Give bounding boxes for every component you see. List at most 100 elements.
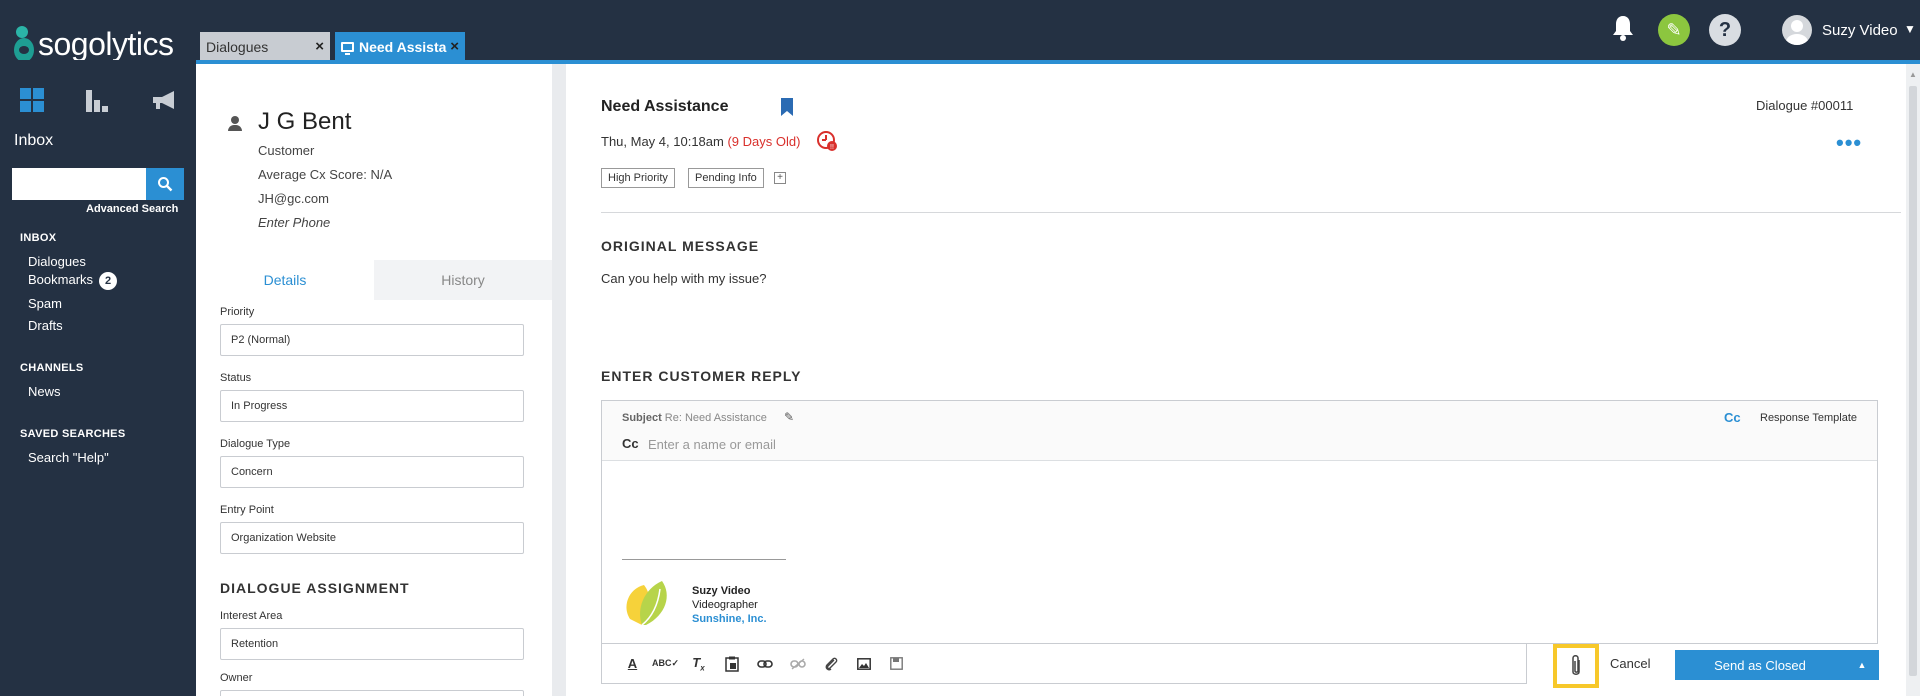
dialogue-type-select[interactable]: Concern — [220, 456, 524, 488]
send-label: Send as Closed — [1714, 657, 1806, 673]
paste-icon[interactable] — [715, 652, 748, 676]
page: sogolytics Dialogues × Need Assistance ×… — [0, 0, 1920, 696]
send-as-closed-button[interactable]: Send as Closed ▲ — [1675, 650, 1879, 680]
cc-input[interactable] — [648, 434, 1148, 454]
customer-phone-field[interactable]: Enter Phone — [258, 215, 330, 230]
original-message-text: Can you help with my issue? — [601, 271, 767, 286]
editor-toolbar: A ABC✓ Tx — [601, 644, 1527, 684]
tab-history[interactable]: History — [374, 260, 552, 300]
customer-panel: J G Bent Customer Average Cx Score: N/A … — [196, 64, 552, 696]
response-template-link[interactable]: Response Template — [1760, 412, 1857, 424]
nav-item-drafts[interactable]: Drafts — [28, 318, 63, 333]
tab-dialogues[interactable]: Dialogues × — [200, 32, 330, 62]
status-select[interactable]: In Progress — [220, 390, 524, 422]
panel-divider — [552, 64, 566, 696]
paperclip-icon — [1572, 655, 1580, 675]
dialogue-assignment-heading: DIALOGUE ASSIGNMENT — [220, 580, 410, 596]
dialogue-title: Need Assistance — [601, 98, 729, 115]
entry-point-select[interactable]: Organization Website — [220, 522, 524, 554]
search-button[interactable] — [146, 168, 184, 200]
tag-high-priority[interactable]: High Priority — [601, 168, 675, 188]
tab-need-assistance[interactable]: Need Assistance × — [335, 32, 465, 62]
cc-link[interactable]: Cc — [1724, 410, 1741, 425]
add-tag-button[interactable]: + — [774, 172, 786, 184]
search-input[interactable] — [12, 168, 146, 200]
compose-button[interactable]: ✎ — [1658, 14, 1690, 46]
edit-subject-icon[interactable]: ✎ — [784, 410, 794, 424]
chevron-up-icon[interactable]: ▲ — [1845, 660, 1879, 670]
divider — [601, 212, 1901, 213]
dialogue-main: Need Assistance Dialogue #00011 ••• Thu,… — [566, 64, 1906, 696]
dashboard-icon[interactable] — [20, 88, 44, 112]
font-color-icon[interactable]: A — [616, 652, 649, 676]
signature-name: Suzy Video — [692, 585, 751, 597]
person-icon — [228, 116, 242, 132]
reply-header: Subject Re: Need Assistance ✎ Cc Respons… — [602, 401, 1877, 461]
left-nav: Inbox Advanced Search INBOX Dialogues Bo… — [0, 60, 196, 696]
close-icon[interactable]: × — [315, 38, 324, 55]
reply-heading: ENTER CUSTOMER REPLY — [601, 368, 802, 384]
tag-pending-info[interactable]: Pending Info — [688, 168, 764, 188]
save-icon[interactable] — [880, 652, 913, 676]
scrollbar[interactable]: ▲ — [1906, 64, 1920, 696]
avatar[interactable] — [1782, 15, 1812, 45]
customer-email[interactable]: JH@gc.com — [258, 191, 329, 206]
nav-item-dialogues[interactable]: Dialogues — [28, 254, 86, 269]
image-icon[interactable] — [847, 652, 880, 676]
signature-divider — [622, 559, 786, 560]
customer-cx-score: Average Cx Score: N/A — [258, 167, 393, 182]
nav-section-channels: CHANNELS — [20, 362, 84, 374]
nav-item-news[interactable]: News — [28, 384, 61, 399]
more-options-icon[interactable]: ••• — [1836, 130, 1862, 156]
bookmarks-count-badge: 2 — [99, 272, 118, 290]
tab-details[interactable]: Details — [196, 260, 374, 300]
owner-select[interactable] — [220, 690, 524, 696]
megaphone-icon[interactable] — [150, 88, 178, 112]
attach-file-button[interactable] — [1553, 644, 1599, 688]
bell-icon[interactable] — [1610, 14, 1636, 42]
interest-area-select[interactable]: Retention — [220, 628, 524, 660]
pencil-icon: ✎ — [1666, 20, 1682, 40]
question-icon: ? — [1718, 19, 1732, 41]
monitor-icon — [341, 42, 354, 55]
clear-format-icon[interactable]: Tx — [682, 652, 715, 676]
signature-company: Sunshine, Inc. — [692, 613, 767, 625]
advanced-search-link[interactable]: Advanced Search — [86, 203, 178, 215]
bookmark-icon[interactable] — [781, 98, 793, 116]
nav-item-bookmarks[interactable]: Bookmarks 2 — [28, 272, 118, 290]
attachment-icon[interactable] — [814, 652, 847, 676]
top-bar: sogolytics Dialogues × Need Assistance ×… — [0, 0, 1920, 62]
unlink-icon[interactable] — [781, 652, 814, 676]
dialogue-date-line: Thu, May 4, 10:18am (9 Days Old) — [601, 134, 800, 149]
overdue-clock-icon: !! — [817, 131, 837, 151]
dialogue-date: Thu, May 4, 10:18am — [601, 134, 724, 149]
scroll-up-icon[interactable]: ▲ — [1909, 70, 1917, 79]
nav-icons — [20, 88, 178, 112]
link-icon[interactable] — [748, 652, 781, 676]
logo-text: sogolytics — [38, 25, 174, 62]
scroll-thumb[interactable] — [1909, 86, 1917, 676]
panel-tabs: Details History — [196, 260, 552, 300]
tab-label: Dialogues — [206, 39, 269, 55]
reply-editor[interactable]: Subject Re: Need Assistance ✎ Cc Respons… — [601, 400, 1878, 644]
signature-logo — [626, 581, 667, 626]
chevron-down-icon[interactable]: ▼ — [1904, 22, 1916, 36]
nav-section-inbox: INBOX — [20, 232, 57, 244]
priority-select[interactable]: P2 (Normal) — [220, 324, 524, 356]
subject-line: Subject Re: Need Assistance — [622, 412, 767, 424]
cc-label: Cc — [622, 436, 639, 451]
priority-label: Priority — [220, 306, 255, 318]
inbox-title: Inbox — [14, 132, 54, 149]
cancel-button[interactable]: Cancel — [1610, 656, 1650, 671]
close-icon[interactable]: × — [450, 38, 459, 55]
spellcheck-icon[interactable]: ABC✓ — [649, 652, 682, 676]
nav-item-saved-search[interactable]: Search "Help" — [28, 450, 109, 465]
original-message-heading: ORIGINAL MESSAGE — [601, 238, 760, 254]
user-name[interactable]: Suzy Video — [1822, 22, 1898, 39]
bar-chart-icon[interactable] — [84, 88, 110, 112]
search-icon — [158, 177, 173, 192]
nav-item-spam[interactable]: Spam — [28, 296, 62, 311]
help-button[interactable]: ? — [1709, 14, 1741, 46]
nav-item-label: Bookmarks — [28, 272, 94, 287]
dialogue-number: Dialogue #00011 — [1756, 98, 1854, 113]
